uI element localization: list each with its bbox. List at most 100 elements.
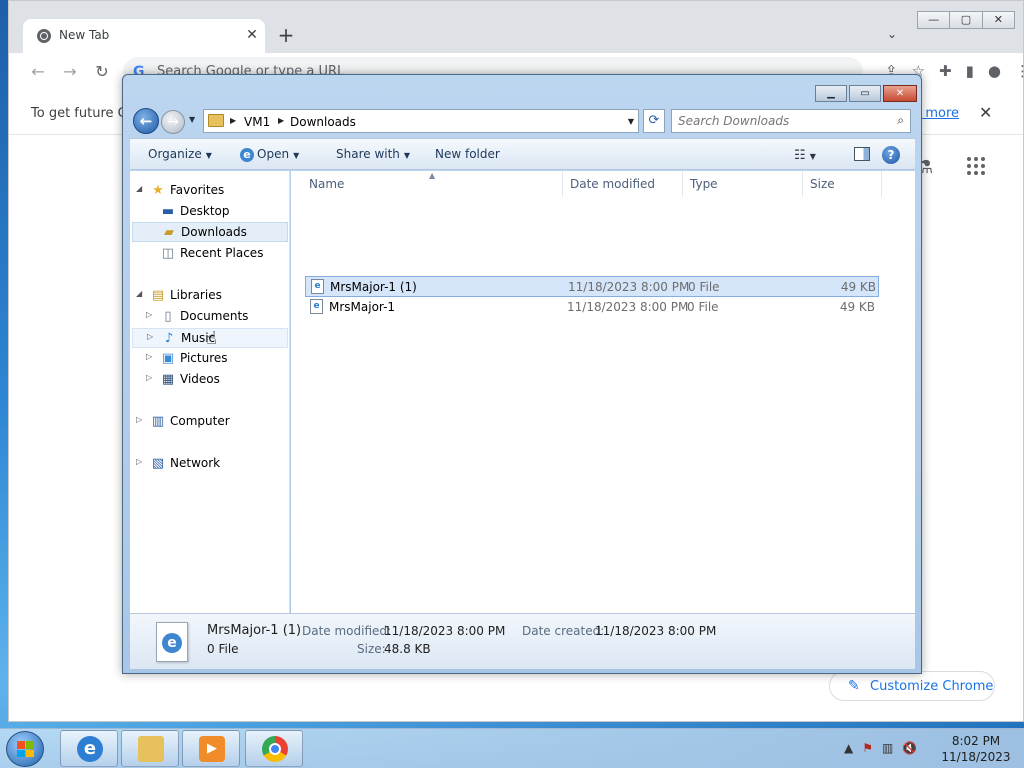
- videos-icon: ▦: [161, 372, 175, 387]
- breadcrumb-separator-icon[interactable]: ▶: [278, 116, 284, 125]
- new-folder-button[interactable]: New folder: [435, 147, 500, 161]
- customize-chrome-label: Customize Chrome: [870, 679, 994, 694]
- taskbar-internet-explorer[interactable]: e: [60, 730, 118, 767]
- breadcrumb-downloads[interactable]: Downloads: [290, 115, 356, 129]
- share-with-button[interactable]: Share with ▼: [336, 147, 410, 161]
- tab-search-icon[interactable]: ⌄: [887, 27, 897, 41]
- tab-new-tab[interactable]: New Tab ✕: [23, 19, 265, 53]
- windows-logo-icon: [17, 741, 34, 757]
- nav-recent-places[interactable]: ◫ Recent Places: [160, 244, 280, 264]
- chrome-icon: [262, 736, 288, 762]
- file-name: MrsMajor-1: [329, 300, 396, 314]
- preview-pane-icon[interactable]: [854, 147, 870, 161]
- back-button[interactable]: ←: [133, 108, 159, 134]
- apps-grid-icon[interactable]: [967, 157, 985, 175]
- file-size: 49 KB: [840, 280, 876, 294]
- new-tab-button[interactable]: +: [275, 25, 297, 47]
- folder-icon: [208, 114, 224, 127]
- address-bar[interactable]: ▶ VM1 ▶ Downloads ▼: [203, 109, 639, 133]
- address-dropdown-icon[interactable]: ▼: [628, 117, 634, 126]
- nav-favorites[interactable]: ◢ ★ Favorites: [136, 181, 280, 201]
- column-header-date-modified[interactable]: Date modified: [562, 171, 683, 197]
- folder-icon: [138, 736, 164, 762]
- collapse-icon[interactable]: ◢: [136, 184, 142, 193]
- nav-computer[interactable]: ▷ ▥ Computer: [136, 412, 280, 432]
- help-icon[interactable]: ?: [882, 146, 900, 164]
- chrome-icon: [37, 29, 51, 43]
- search-icon[interactable]: ⌕: [897, 113, 904, 128]
- menu-icon[interactable]: ⋮: [1015, 62, 1024, 80]
- taskbar-chrome[interactable]: [245, 730, 303, 767]
- profile-icon[interactable]: ●: [988, 62, 1001, 80]
- forward-arrow-icon[interactable]: →: [59, 61, 81, 83]
- chrome-tabstrip: New Tab ✕ + ⌄ — ▢ ✕: [9, 1, 1023, 53]
- media-player-icon: ▶: [199, 736, 225, 762]
- close-button[interactable]: ✕: [883, 85, 917, 102]
- file-icon: e: [311, 279, 324, 294]
- file-row[interactable]: e MrsMajor-1 (1) 11/18/2023 8:00 PM 0 Fi…: [305, 276, 879, 297]
- tab-title: New Tab: [59, 28, 110, 42]
- change-view-icon[interactable]: ☷ ▼: [794, 148, 816, 163]
- column-header-type[interactable]: Type: [682, 171, 803, 197]
- restore-button[interactable]: ▢: [949, 11, 983, 29]
- expand-icon[interactable]: ▷: [146, 352, 152, 361]
- open-label: Open: [257, 147, 290, 161]
- start-button[interactable]: [6, 731, 44, 767]
- nav-desktop[interactable]: ▬ Desktop: [160, 202, 280, 222]
- nav-pictures[interactable]: ▷ ▣ Pictures: [146, 349, 280, 369]
- file-type: 0 File: [687, 300, 719, 314]
- customize-chrome-button[interactable]: ✎ Customize Chrome: [829, 671, 995, 701]
- nav-libraries[interactable]: ◢ ▤ Libraries: [136, 286, 280, 306]
- breadcrumb-separator-icon[interactable]: ▶: [230, 116, 236, 125]
- nav-downloads[interactable]: ▰ Downloads: [132, 222, 288, 242]
- refresh-button[interactable]: ⟳: [643, 109, 665, 133]
- minimize-button[interactable]: ▁: [815, 85, 847, 102]
- file-type: 0 File: [688, 280, 720, 294]
- command-bar: Organize ▼ e Open ▼ Share with ▼ New folder …: [130, 138, 915, 170]
- network-tray-icon[interactable]: ▥: [882, 741, 893, 755]
- clock-time: 8:02 PM: [951, 734, 1001, 748]
- nav-network[interactable]: ▷ ▧ Network: [136, 454, 280, 474]
- file-icon: e: [310, 299, 323, 314]
- infobar-message: To get future Go: [31, 106, 136, 121]
- organize-label: Organize: [148, 147, 202, 161]
- navigation-pane: ◢ ★ Favorites ▬ Desktop ▰ Downloads ◫ Re…: [130, 171, 290, 613]
- reload-icon[interactable]: ↻: [91, 61, 113, 83]
- forward-button[interactable]: →: [161, 110, 185, 134]
- nav-videos[interactable]: ▷ ▦ Videos: [146, 370, 280, 390]
- tab-close-icon[interactable]: ✕: [243, 26, 261, 44]
- search-input[interactable]: [678, 113, 878, 129]
- action-center-icon[interactable]: ⚑: [862, 741, 873, 755]
- infobar-close-icon[interactable]: ✕: [979, 103, 992, 122]
- expand-icon[interactable]: ▷: [146, 373, 152, 382]
- expand-icon[interactable]: ▷: [147, 332, 153, 341]
- nav-documents[interactable]: ▷ ▯ Documents: [146, 307, 280, 327]
- file-row[interactable]: e MrsMajor-1 11/18/2023 8:00 PM 0 File 4…: [305, 297, 879, 318]
- explorer-window: ▁ ▭ ✕ ← → ▼ ▶ VM1 ▶ Downloads ▼ ⟳ ⌕ Orga…: [122, 74, 922, 674]
- details-size-label: Size:: [357, 642, 386, 656]
- volume-muted-icon[interactable]: 🔇: [902, 741, 917, 755]
- expand-icon[interactable]: ▷: [136, 457, 142, 466]
- open-button[interactable]: e Open ▼: [240, 147, 299, 162]
- clock[interactable]: 8:02 PM 11/18/2023: [938, 733, 1014, 765]
- column-header-size[interactable]: Size: [802, 171, 882, 197]
- file-date: 11/18/2023 8:00 PM: [567, 300, 689, 314]
- extensions-icon[interactable]: ✚: [939, 62, 952, 80]
- back-arrow-icon[interactable]: ←: [27, 61, 49, 83]
- organize-button[interactable]: Organize ▼: [148, 147, 212, 161]
- minimize-button[interactable]: —: [917, 11, 951, 29]
- taskbar-windows-explorer[interactable]: [121, 730, 179, 767]
- recent-pages-dropdown-icon[interactable]: ▼: [189, 115, 195, 124]
- breadcrumb-vm1[interactable]: VM1: [244, 115, 270, 129]
- maximize-button[interactable]: ▭: [849, 85, 881, 102]
- expand-icon[interactable]: ▷: [146, 310, 152, 319]
- sort-arrow-icon: ▲: [429, 171, 436, 180]
- show-hidden-icons-icon[interactable]: ▲: [844, 741, 853, 755]
- collapse-icon[interactable]: ◢: [136, 289, 142, 298]
- side-panel-icon[interactable]: ▮: [966, 62, 974, 80]
- close-button[interactable]: ✕: [981, 11, 1015, 29]
- recent-places-icon: ◫: [161, 246, 175, 261]
- expand-icon[interactable]: ▷: [136, 415, 142, 424]
- taskbar-media-player[interactable]: ▶: [182, 730, 240, 767]
- chrome-window-controls: — ▢ ✕: [917, 11, 1015, 31]
